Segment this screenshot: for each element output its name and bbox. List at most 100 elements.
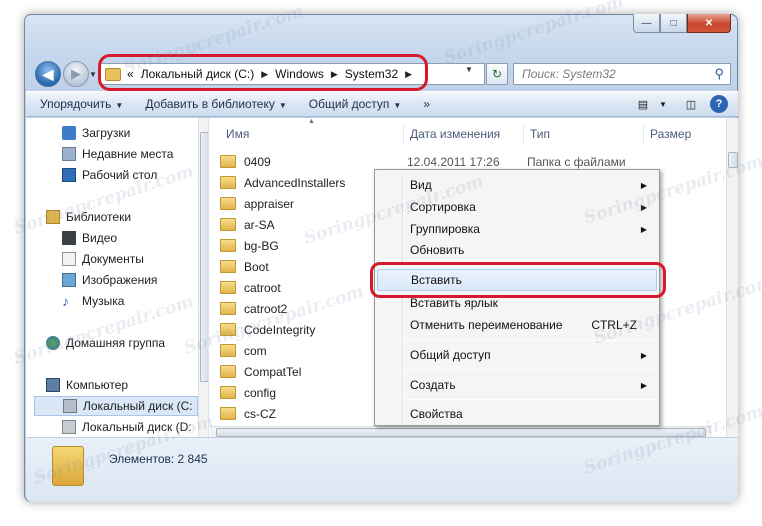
menu-item-share[interactable]: Общий доступ ▶ [377,344,657,366]
menu-item-sort[interactable]: Сортировка ▶ [377,196,657,218]
drive-d-icon [62,420,76,434]
sidebar-item-drive-c[interactable]: Локальный диск (C: [34,396,198,416]
menu-item-label: Обновить [410,243,465,257]
list-item[interactable]: 0409 [220,151,271,172]
folder-icon [220,407,236,420]
forward-button[interactable]: ▶ [63,61,89,87]
vertical-scrollbar[interactable] [726,118,738,437]
sidebar-item-desktop[interactable]: Рабочий стол [62,165,157,185]
folder-icon [220,365,236,378]
sidebar-item-computer[interactable]: Компьютер [46,375,128,395]
file-name: ar-SA [244,217,275,232]
sidebar-item-documents[interactable]: Документы [62,249,144,269]
back-button[interactable]: ◀ [35,61,61,87]
file-name: com [244,343,267,358]
sidebar-item-label: Видео [82,231,118,245]
sidebar-item-label: Домашняя группа [66,336,166,350]
list-item[interactable]: CompatTel [220,361,301,382]
close-button[interactable]: ✕ [687,14,731,33]
change-view-icon[interactable]: ▤ [634,95,652,113]
list-item[interactable]: CodeIntegrity [220,319,315,340]
sidebar-item-downloads[interactable]: Загрузки [62,123,130,143]
address-dropdown-icon[interactable]: ▼ [465,65,473,74]
organize-button[interactable]: Упорядочить ▼ [40,97,123,111]
share-with-button[interactable]: Общий доступ ▼ [309,97,402,111]
list-item[interactable]: config [220,382,276,403]
column-header-type[interactable]: Тип [523,124,643,144]
menu-item-label: Сортировка [410,200,476,214]
menu-item-undo-rename[interactable]: Отменить переименование CTRL+Z [377,314,657,336]
menu-item-properties[interactable]: Свойства [377,403,657,425]
list-item[interactable]: ar-SA [220,214,275,235]
horizontal-scrollbar[interactable] [210,426,712,437]
homegroup-icon [46,336,60,350]
list-item[interactable]: cs-CZ [220,403,276,424]
menu-item-view[interactable]: Вид ▶ [377,174,657,196]
sidebar-item-label: Изображения [82,273,158,287]
menu-item-label: Группировка [410,222,480,236]
menu-item-group[interactable]: Группировка ▶ [377,218,657,240]
column-header-name[interactable]: Имя [220,124,403,144]
menu-item-label: Вставить ярлык [410,296,498,310]
search-input[interactable]: Поиск: System32 ⚲ [513,63,731,85]
list-item[interactable]: appraiser [220,193,294,214]
list-item[interactable]: bg-BG [220,235,279,256]
sidebar-item-pictures[interactable]: Изображения [62,270,157,290]
list-item[interactable]: catroot [220,277,281,298]
sidebar-item-libraries[interactable]: Библиотеки [46,207,131,227]
libraries-icon [46,210,60,224]
sidebar-item-label: Локальный диск (C: [83,399,193,413]
help-icon[interactable]: ? [710,95,728,113]
add-to-library-button[interactable]: Добавить в библиотеку ▼ [145,97,286,111]
menu-separator [405,399,655,400]
menu-separator [405,369,655,370]
list-item[interactable]: com [220,340,267,361]
caption-buttons: — □ ✕ [633,14,731,33]
item-count: Элементов: 2 845 [109,452,208,466]
folder-icon [220,344,236,357]
column-header-size[interactable]: Размер [643,124,723,144]
chevron-down-icon: ▼ [393,101,402,110]
folder-icon [220,386,236,399]
scrollbar-thumb[interactable] [216,428,706,437]
recent-pages-dropdown[interactable]: ▼ [89,70,97,79]
sidebar-item-recent-places[interactable]: Недавние места [62,144,173,164]
chevron-down-icon: ▼ [278,101,287,110]
back-arrow-icon: ◀ [42,65,54,82]
list-item[interactable]: AdvancedInstallers [220,172,345,193]
maximize-button[interactable]: □ [660,14,687,33]
refresh-button[interactable]: ↻ [486,63,508,85]
search-icon[interactable]: ⚲ [714,66,724,82]
view-options-dropdown-icon[interactable]: ▼ [654,95,672,113]
sidebar-item-homegroup[interactable]: Домашняя группа [46,333,165,353]
documents-icon [62,252,76,266]
file-name: 0409 [244,154,271,169]
preview-pane-icon[interactable]: ◫ [682,95,700,113]
list-item[interactable]: catroot2 [220,298,287,319]
desktop-icon [62,168,76,182]
file-name: AdvancedInstallers [244,175,346,190]
scrollbar-thumb[interactable] [200,132,208,382]
scrollbar-thumb[interactable] [728,152,738,168]
menu-item-label: Отменить переименование [410,318,563,332]
search-placeholder: Поиск: System32 [522,67,616,81]
sidebar-item-video[interactable]: Видео [62,228,117,248]
menu-item-label: Свойства [410,407,463,421]
downloads-icon [62,126,76,140]
sidebar-item-music[interactable]: ♪ Музыка [62,291,124,311]
submenu-arrow-icon: ▶ [640,380,647,390]
menu-item-new[interactable]: Создать ▶ [377,374,657,396]
minimize-button[interactable]: — [633,14,660,33]
sidebar-item-drive-d[interactable]: Локальный диск (D: [62,417,192,437]
more-commands-button[interactable]: » [423,97,430,111]
file-name: catroot2 [244,301,288,316]
menu-item-refresh[interactable]: Обновить [377,239,657,261]
list-item[interactable]: Boot [220,256,269,277]
sidebar-item-label: Локальный диск (D: [82,420,192,434]
column-header-date[interactable]: Дата изменения [403,124,523,144]
nav-pane-scrollbar[interactable] [198,118,208,437]
details-pane: Элементов: 2 845 [26,437,738,502]
music-icon: ♪ [62,293,69,309]
folder-icon [52,446,84,486]
sidebar-item-label: Документы [82,252,144,266]
